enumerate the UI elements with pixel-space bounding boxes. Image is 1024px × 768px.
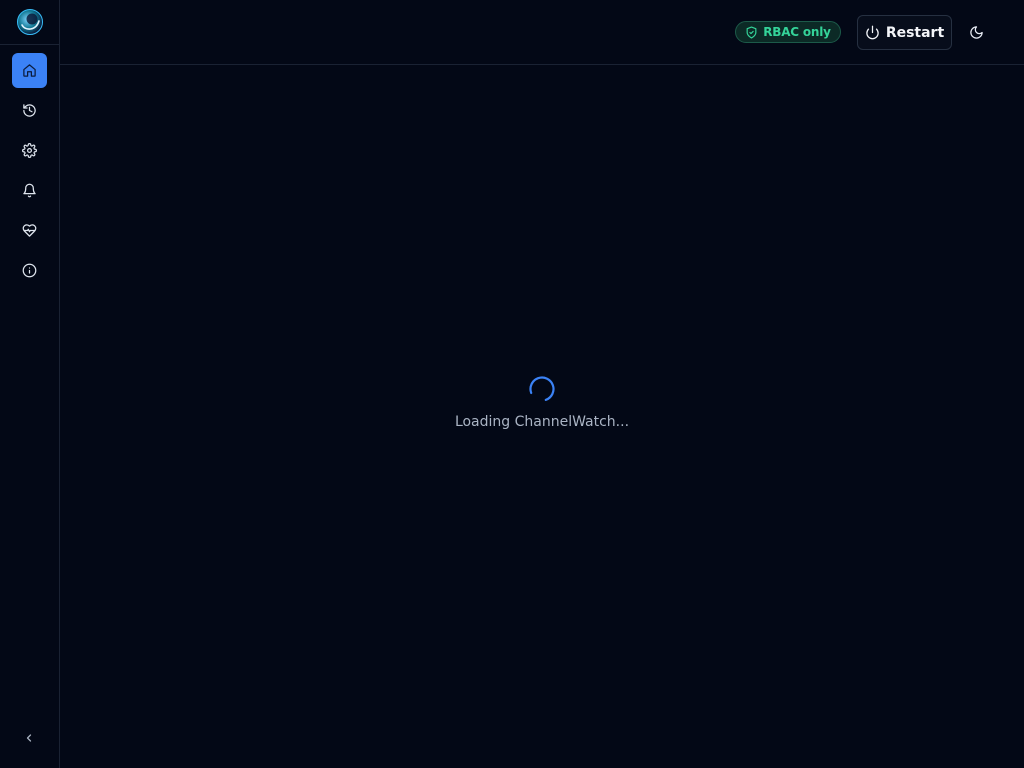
chevron-left-icon xyxy=(26,734,32,742)
moon-icon xyxy=(969,25,983,39)
restart-label: Restart xyxy=(885,24,945,41)
history-icon xyxy=(23,104,36,117)
sidebar-nav xyxy=(12,53,47,293)
main-content: Loading ChannelWatch... xyxy=(60,65,1024,768)
loading-message: Loading ChannelWatch... xyxy=(454,414,630,430)
top-header: RBAC only Restart xyxy=(60,0,1024,65)
logo-area xyxy=(0,0,59,45)
info-icon xyxy=(22,263,37,278)
sidebar-item-about[interactable] xyxy=(12,253,47,288)
bell-icon xyxy=(23,183,36,198)
sidebar xyxy=(0,0,60,768)
sidebar-item-history[interactable] xyxy=(12,93,47,128)
rbac-status-badge: RBAC only xyxy=(735,21,841,43)
sidebar-item-notifications[interactable] xyxy=(12,173,47,208)
theme-toggle-button[interactable] xyxy=(965,21,987,43)
sidebar-item-settings[interactable] xyxy=(12,133,47,168)
power-icon xyxy=(866,25,879,40)
home-icon xyxy=(23,64,36,77)
channelwatch-logo-icon[interactable] xyxy=(16,8,44,36)
loading-spinner-icon xyxy=(529,376,555,402)
app-shell: RBAC only Restart Loading ChannelWatch..… xyxy=(0,0,1024,768)
sidebar-item-home[interactable] xyxy=(12,53,47,88)
gear-icon xyxy=(22,143,37,158)
rbac-badge-label: RBAC only xyxy=(763,25,831,39)
restart-button[interactable]: Restart xyxy=(857,15,952,50)
shield-check-icon xyxy=(746,25,757,39)
heart-pulse-icon xyxy=(22,224,37,237)
collapse-sidebar-button[interactable] xyxy=(20,729,38,747)
sidebar-item-health[interactable] xyxy=(12,213,47,248)
